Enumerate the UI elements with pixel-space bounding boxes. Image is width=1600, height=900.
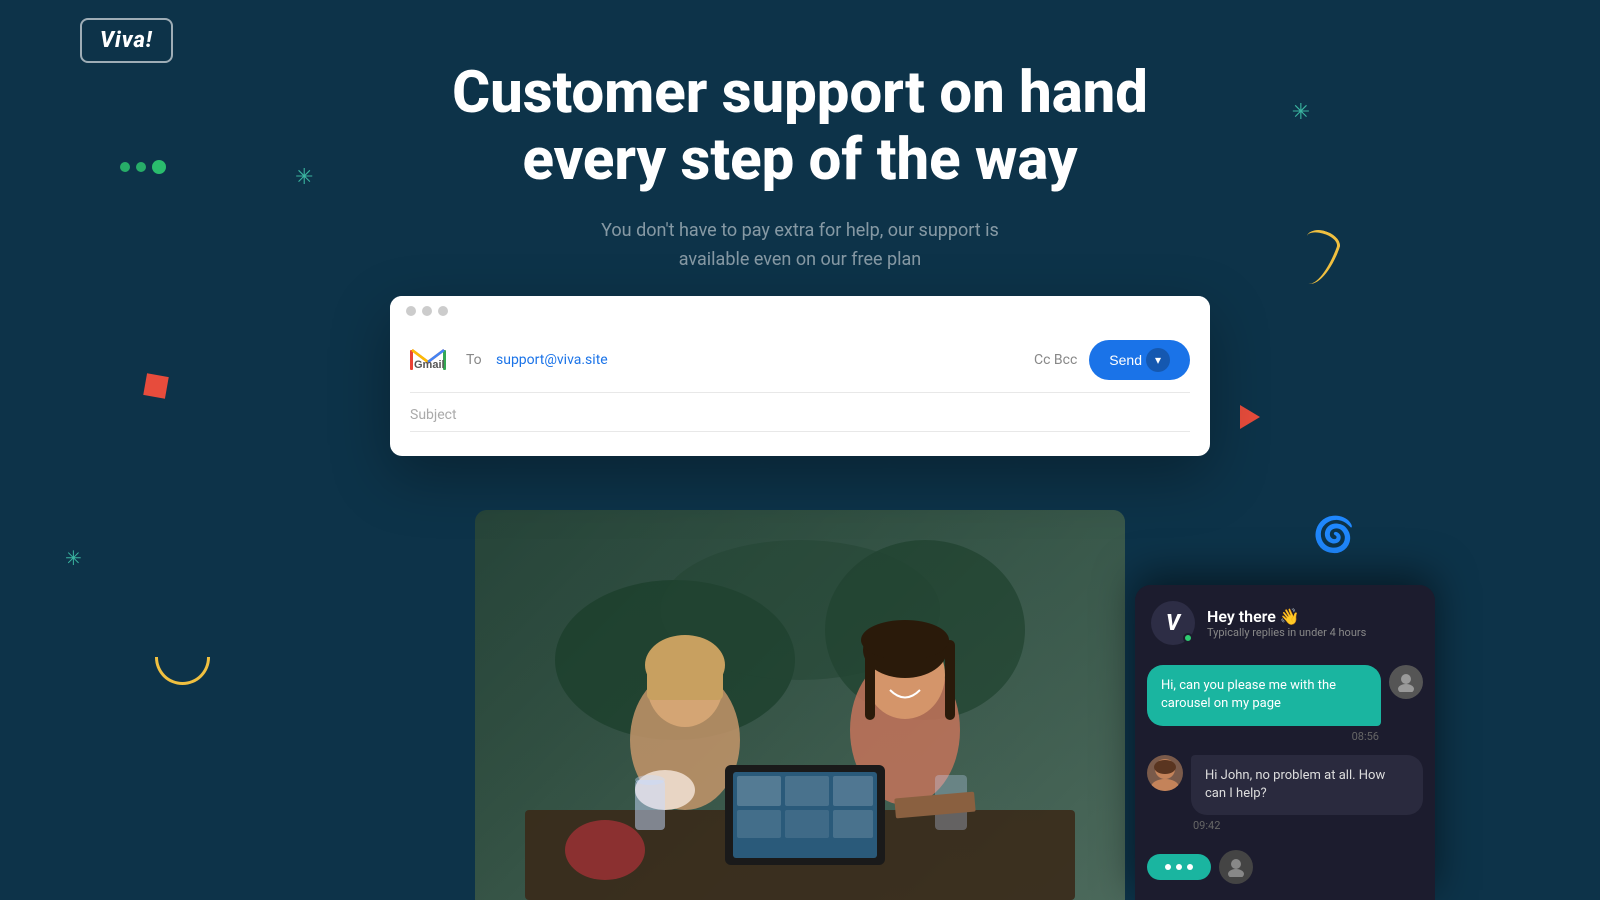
gmail-send-button[interactable]: Send ▾: [1089, 340, 1190, 380]
deco-spiral-icon: 🌀: [1313, 515, 1355, 555]
gmail-header-row: Gmail To support@viva.site Cc Bcc Send ▾: [410, 328, 1190, 393]
titlebar-dot-1: [406, 306, 416, 316]
support-bubble: Hi John, no problem at all. How can I he…: [1191, 755, 1423, 815]
gmail-cc-bcc[interactable]: Cc Bcc: [1034, 352, 1077, 368]
people-illustration: [475, 510, 1125, 900]
support-message-time: 09:42: [1147, 819, 1423, 832]
chat-header: V Hey there 👋 Typically replies in under…: [1135, 585, 1435, 657]
gmail-logo-icon: Gmail: [410, 346, 446, 374]
hero-subtitle: You don't have to pay extra for help, ou…: [590, 217, 1010, 275]
support-photo: [475, 510, 1125, 900]
chat-input-avatar-icon: [1226, 857, 1246, 877]
support-message-row: Hi John, no problem at all. How can I he…: [1147, 755, 1423, 815]
gmail-subject-placeholder[interactable]: Subject: [410, 407, 457, 423]
typing-dot-3: [1187, 864, 1193, 870]
gmail-content: Gmail To support@viva.site Cc Bcc Send ▾…: [390, 322, 1210, 456]
gmail-subject-row: Subject: [410, 393, 1190, 432]
chat-agent-status: Typically replies in under 4 hours: [1207, 626, 1366, 639]
gmail-to-label: To: [466, 352, 496, 368]
titlebar-dot-3: [438, 306, 448, 316]
chat-avatar-letter: V: [1166, 611, 1180, 636]
hero-title: Customer support on hand every step of t…: [450, 60, 1150, 193]
titlebar-dot-2: [422, 306, 432, 316]
user-message-row: Hi, can you please me with the carousel …: [1147, 665, 1423, 725]
chat-typing-button[interactable]: [1147, 854, 1211, 880]
deco-star-bottom-icon: ✳: [65, 546, 82, 570]
deco-rect-red: [143, 373, 168, 398]
gmail-logo: Gmail: [410, 346, 446, 374]
chat-input-row: [1135, 840, 1435, 900]
chat-header-info: Hey there 👋 Typically replies in under 4…: [1207, 607, 1366, 639]
photo-overlay: [475, 510, 1125, 900]
svg-text:Gmail: Gmail: [414, 359, 445, 371]
typing-dot-2: [1176, 864, 1182, 870]
gmail-titlebar: [390, 296, 1210, 322]
chat-user-input-avatar: [1219, 850, 1253, 884]
support-avatar: [1147, 755, 1183, 791]
deco-arc-icon: [155, 657, 210, 685]
chat-online-indicator: [1183, 633, 1193, 643]
gmail-to-field[interactable]: support@viva.site: [496, 352, 1034, 368]
hero-section: Customer support on hand every step of t…: [0, 60, 1600, 275]
support-avatar-icon: [1147, 755, 1183, 791]
chat-widget: V Hey there 👋 Typically replies in under…: [1135, 585, 1435, 900]
user-avatar-icon: [1396, 672, 1416, 692]
gmail-card: Gmail To support@viva.site Cc Bcc Send ▾…: [390, 296, 1210, 456]
gmail-send-arrow-icon: ▾: [1146, 348, 1170, 372]
gmail-send-label: Send: [1109, 352, 1142, 368]
user-message-time: 08:56: [1147, 730, 1423, 743]
chat-messages: Hi, can you please me with the carousel …: [1135, 657, 1435, 840]
typing-dot-1: [1165, 864, 1171, 870]
chat-agent-avatar: V: [1151, 601, 1195, 645]
user-avatar-chat: [1389, 665, 1423, 699]
deco-triangle-icon: [1240, 405, 1260, 429]
chat-agent-name: Hey there 👋: [1207, 607, 1366, 626]
user-chat-bubble: Hi, can you please me with the carousel …: [1147, 665, 1381, 725]
logo: Viva!: [80, 18, 173, 63]
gmail-actions: Cc Bcc Send ▾: [1034, 340, 1190, 380]
